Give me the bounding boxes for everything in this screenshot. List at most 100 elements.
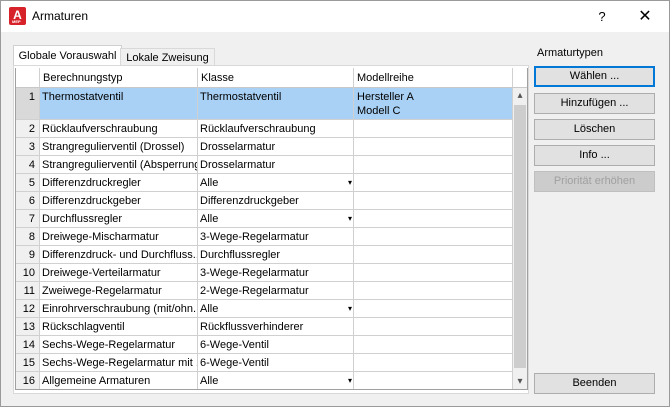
cell-modellreihe[interactable] xyxy=(354,156,513,174)
cell-modellreihe[interactable]: Hersteller A Modell C xyxy=(354,88,513,120)
table-row[interactable]: 6 Differenzdruckgeber Differenzdruckgeber xyxy=(16,192,513,210)
table-row[interactable]: 11 Zweiwege-Regelarmatur 2-Wege-Regelarmat… xyxy=(16,282,513,300)
vertical-scrollbar[interactable]: ▴ ▾ xyxy=(513,88,527,389)
info-button[interactable]: Info ... xyxy=(534,145,655,166)
cell-klasse[interactable]: Durchflussregler xyxy=(198,246,354,264)
table-row[interactable]: 4 Strangregulierventil (Absperrung) Drosse… xyxy=(16,156,513,174)
cell-klasse[interactable]: Alle ▾ xyxy=(198,300,354,318)
tab-panel: Berechnungstyp Klasse Modellreihe 1 Therm… xyxy=(13,65,529,394)
table-row[interactable]: 9 Differenzdruck- und Durchfluss... Durchf… xyxy=(16,246,513,264)
cell-klasse[interactable]: Alle ▾ xyxy=(198,372,354,389)
row-number: 7 xyxy=(16,210,40,228)
cell-modellreihe[interactable] xyxy=(354,372,513,389)
dropdown-arrow-icon[interactable]: ▾ xyxy=(348,214,352,224)
cell-modellreihe[interactable] xyxy=(354,246,513,264)
cell-klasse[interactable]: Rückflussverhinderer xyxy=(198,318,354,336)
scroll-down-icon[interactable]: ▾ xyxy=(513,375,527,389)
table-row[interactable]: 15 Sechs-Wege-Regelarmatur mit ... 6-Wege-… xyxy=(16,354,513,372)
table-row[interactable]: 14 Sechs-Wege-Regelarmatur 6-Wege-Ventil xyxy=(16,336,513,354)
scroll-up-icon[interactable]: ▴ xyxy=(513,89,527,103)
cell-modellreihe[interactable] xyxy=(354,174,513,192)
row-number: 10 xyxy=(16,264,40,282)
cell-modellreihe[interactable] xyxy=(354,120,513,138)
cell-modellreihe[interactable] xyxy=(354,354,513,372)
help-button[interactable]: ? xyxy=(587,5,617,29)
dropdown-arrow-icon[interactable]: ▾ xyxy=(348,304,352,314)
beenden-button[interactable]: Beenden xyxy=(534,373,655,394)
row-number: 13 xyxy=(16,318,40,336)
row-number: 2 xyxy=(16,120,40,138)
dropdown-arrow-icon[interactable]: ▾ xyxy=(348,178,352,188)
cell-berechnungstyp[interactable]: Differenzdruckregler xyxy=(40,174,198,192)
cell-berechnungstyp[interactable]: Sechs-Wege-Regelarmatur mit ... xyxy=(40,354,198,372)
table-row[interactable]: 10 Dreiwege-Verteilarmatur 3-Wege-Regelarm… xyxy=(16,264,513,282)
table-row[interactable]: 16 Allgemeine Armaturen Alle ▾ xyxy=(16,372,513,389)
cell-klasse[interactable]: Differenzdruckgeber xyxy=(198,192,354,210)
cell-modellreihe[interactable] xyxy=(354,210,513,228)
cell-klasse[interactable]: Drosselarmatur xyxy=(198,156,354,174)
cell-berechnungstyp[interactable]: Allgemeine Armaturen xyxy=(40,372,198,389)
table-row[interactable]: 5 Differenzdruckregler Alle ▾ xyxy=(16,174,513,192)
cell-modellreihe[interactable] xyxy=(354,138,513,156)
cell-modellreihe[interactable] xyxy=(354,192,513,210)
cell-klasse[interactable]: Drosselarmatur xyxy=(198,138,354,156)
cell-klasse[interactable]: 3-Wege-Regelarmatur xyxy=(198,264,354,282)
cell-klasse[interactable]: Alle ▾ xyxy=(198,174,354,192)
cell-berechnungstyp[interactable]: Differenzdruckgeber xyxy=(40,192,198,210)
cell-klasse[interactable]: 3-Wege-Regelarmatur xyxy=(198,228,354,246)
window-title: Armaturen xyxy=(32,9,89,23)
row-number: 12 xyxy=(16,300,40,318)
table-row[interactable]: 7 Durchflussregler Alle ▾ xyxy=(16,210,513,228)
cell-berechnungstyp[interactable]: Rückschlagventil xyxy=(40,318,198,336)
cell-modellreihe[interactable] xyxy=(354,336,513,354)
loeschen-button[interactable]: Löschen xyxy=(534,119,655,140)
table-row[interactable]: 12 Einrohrverschraubung (mit/ohn... Alle ▾ xyxy=(16,300,513,318)
cell-berechnungstyp[interactable]: Einrohrverschraubung (mit/ohn... xyxy=(40,300,198,318)
modellreihe-value: Hersteller A Modell C xyxy=(357,90,414,118)
cell-modellreihe[interactable] xyxy=(354,300,513,318)
armaturen-grid: Berechnungstyp Klasse Modellreihe 1 Therm… xyxy=(15,68,528,390)
row-number: 4 xyxy=(16,156,40,174)
table-row[interactable]: 3 Strangregulierventil (Drossel) Drosselar… xyxy=(16,138,513,156)
cell-berechnungstyp[interactable]: Differenzdruck- und Durchfluss... xyxy=(40,246,198,264)
row-number: 16 xyxy=(16,372,40,389)
cell-berechnungstyp[interactable]: Thermostatventil xyxy=(40,88,198,120)
cell-berechnungstyp[interactable]: Dreiwege-Mischarmatur xyxy=(40,228,198,246)
cell-modellreihe[interactable] xyxy=(354,282,513,300)
cell-modellreihe[interactable] xyxy=(354,264,513,282)
waehlen-button[interactable]: Wählen ... xyxy=(534,66,655,87)
tab-globale-vorauswahl[interactable]: Globale Vorauswahl xyxy=(13,45,122,67)
table-row[interactable]: 1 Thermostatventil Thermostatventil Herstel… xyxy=(16,88,513,120)
table-row[interactable]: 13 Rückschlagventil Rückflussverhinderer xyxy=(16,318,513,336)
row-number: 9 xyxy=(16,246,40,264)
table-row[interactable]: 2 Rücklaufverschraubung Rücklaufverschraub… xyxy=(16,120,513,138)
row-number: 15 xyxy=(16,354,40,372)
cell-berechnungstyp[interactable]: Strangregulierventil (Drossel) xyxy=(40,138,198,156)
scroll-thumb[interactable] xyxy=(514,105,526,368)
hinzufuegen-button[interactable]: Hinzufügen ... xyxy=(534,93,655,114)
cell-berechnungstyp[interactable]: Strangregulierventil (Absperrung) xyxy=(40,156,198,174)
cell-berechnungstyp[interactable]: Rücklaufverschraubung xyxy=(40,120,198,138)
cell-klasse[interactable]: 6-Wege-Ventil xyxy=(198,336,354,354)
dropdown-arrow-icon[interactable]: ▾ xyxy=(348,376,352,386)
column-header-modellreihe[interactable]: Modellreihe xyxy=(354,68,513,88)
row-number: 6 xyxy=(16,192,40,210)
cell-berechnungstyp[interactable]: Zweiwege-Regelarmatur xyxy=(40,282,198,300)
cell-klasse[interactable]: Rücklaufverschraubung xyxy=(198,120,354,138)
modellreihe-hersteller: Hersteller A xyxy=(357,91,414,103)
close-button[interactable]: ✕ xyxy=(625,5,665,29)
column-header-berechnungstyp[interactable]: Berechnungstyp xyxy=(40,68,198,88)
column-header-klasse[interactable]: Klasse xyxy=(198,68,354,88)
cell-berechnungstyp[interactable]: Durchflussregler xyxy=(40,210,198,228)
row-number: 11 xyxy=(16,282,40,300)
cell-modellreihe[interactable] xyxy=(354,228,513,246)
cell-berechnungstyp[interactable]: Dreiwege-Verteilarmatur xyxy=(40,264,198,282)
cell-modellreihe[interactable] xyxy=(354,318,513,336)
cell-klasse[interactable]: 6-Wege-Ventil xyxy=(198,354,354,372)
table-row[interactable]: 8 Dreiwege-Mischarmatur 3-Wege-Regelarmatu… xyxy=(16,228,513,246)
cell-klasse[interactable]: Thermostatventil xyxy=(198,88,354,120)
app-icon: A MEP xyxy=(9,7,26,25)
cell-berechnungstyp[interactable]: Sechs-Wege-Regelarmatur xyxy=(40,336,198,354)
cell-klasse[interactable]: 2-Wege-Regelarmatur xyxy=(198,282,354,300)
cell-klasse[interactable]: Alle ▾ xyxy=(198,210,354,228)
